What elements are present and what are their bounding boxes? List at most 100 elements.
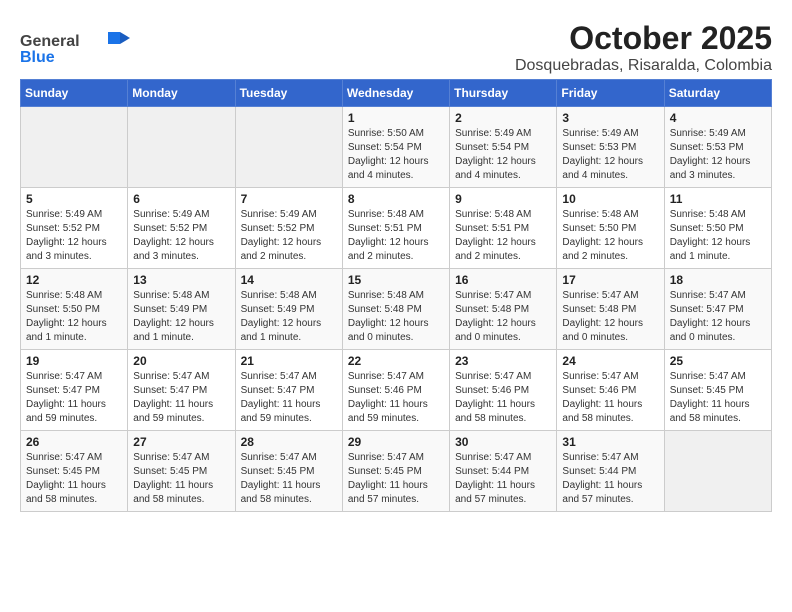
day-number: 29 xyxy=(348,435,444,449)
calendar-cell xyxy=(21,107,128,188)
col-header-saturday: Saturday xyxy=(664,80,771,107)
calendar-cell: 2 Sunrise: 5:49 AM Sunset: 5:54 PM Daylig… xyxy=(450,107,557,188)
day-info: Sunrise: 5:48 AM Sunset: 5:48 PM Dayligh… xyxy=(348,289,444,345)
calendar-cell: 8 Sunrise: 5:48 AM Sunset: 5:51 PM Daylig… xyxy=(342,188,449,269)
day-number: 7 xyxy=(241,192,337,206)
calendar-subtitle: Dosquebradas, Risaralda, Colombia xyxy=(20,57,772,75)
day-number: 19 xyxy=(26,354,122,368)
day-info: Sunrise: 5:47 AM Sunset: 5:47 PM Dayligh… xyxy=(133,370,229,426)
svg-text:Blue: Blue xyxy=(20,49,55,64)
day-info: Sunrise: 5:47 AM Sunset: 5:48 PM Dayligh… xyxy=(562,289,658,345)
calendar-table: SundayMondayTuesdayWednesdayThursdayFrid… xyxy=(20,79,772,512)
day-info: Sunrise: 5:47 AM Sunset: 5:45 PM Dayligh… xyxy=(26,451,122,507)
calendar-cell: 17 Sunrise: 5:47 AM Sunset: 5:48 PM Dayli… xyxy=(557,269,664,350)
day-info: Sunrise: 5:48 AM Sunset: 5:50 PM Dayligh… xyxy=(670,208,766,264)
calendar-cell: 15Sunrise: 5:48 AM Sunset: 5:48 PM Dayli… xyxy=(342,269,449,350)
calendar-cell xyxy=(664,431,771,512)
calendar-cell: 31 Sunrise: 5:47 AM Sunset: 5:44 PM Dayli… xyxy=(557,431,664,512)
day-info: Sunrise: 5:49 AM Sunset: 5:52 PM Dayligh… xyxy=(26,208,122,264)
calendar-cell: 4 Sunrise: 5:49 AM Sunset: 5:53 PM Daylig… xyxy=(664,107,771,188)
calendar-cell: 20 Sunrise: 5:47 AM Sunset: 5:47 PM Dayli… xyxy=(128,350,235,431)
day-info: Sunrise: 5:48 AM Sunset: 5:49 PM Dayligh… xyxy=(241,289,337,345)
logo: General Blue xyxy=(20,24,130,69)
day-number: 14 xyxy=(241,273,337,287)
day-number: 27 xyxy=(133,435,229,449)
calendar-cell: 6 Sunrise: 5:49 AM Sunset: 5:52 PM Daylig… xyxy=(128,188,235,269)
day-info: Sunrise: 5:47 AM Sunset: 5:45 PM Dayligh… xyxy=(241,451,337,507)
day-number: 22 xyxy=(348,354,444,368)
calendar-cell: 30 Sunrise: 5:47 AM Sunset: 5:44 PM Dayli… xyxy=(450,431,557,512)
col-header-thursday: Thursday xyxy=(450,80,557,107)
day-number: 2 xyxy=(455,111,551,125)
day-info: Sunrise: 5:47 AM Sunset: 5:45 PM Dayligh… xyxy=(670,370,766,426)
col-header-monday: Monday xyxy=(128,80,235,107)
day-number: 1 xyxy=(348,111,444,125)
day-number: 20 xyxy=(133,354,229,368)
col-header-sunday: Sunday xyxy=(21,80,128,107)
calendar-cell: 24 Sunrise: 5:47 AM Sunset: 5:46 PM Dayli… xyxy=(557,350,664,431)
calendar-cell: 27Sunrise: 5:47 AM Sunset: 5:45 PM Dayli… xyxy=(128,431,235,512)
day-number: 9 xyxy=(455,192,551,206)
day-number: 11 xyxy=(670,192,766,206)
day-number: 21 xyxy=(241,354,337,368)
day-info: Sunrise: 5:48 AM Sunset: 5:49 PM Dayligh… xyxy=(133,289,229,345)
day-number: 4 xyxy=(670,111,766,125)
day-number: 24 xyxy=(562,354,658,368)
calendar-week-3: 12 Sunrise: 5:48 AM Sunset: 5:50 PM Dayli… xyxy=(21,269,772,350)
day-number: 17 xyxy=(562,273,658,287)
calendar-cell: 13Sunrise: 5:48 AM Sunset: 5:49 PM Dayli… xyxy=(128,269,235,350)
day-info: Sunrise: 5:49 AM Sunset: 5:53 PM Dayligh… xyxy=(670,127,766,183)
calendar-cell: 19Sunrise: 5:47 AM Sunset: 5:47 PM Dayli… xyxy=(21,350,128,431)
day-info: Sunrise: 5:49 AM Sunset: 5:52 PM Dayligh… xyxy=(133,208,229,264)
page-header: General Blue October 2025 Dosquebradas, … xyxy=(20,20,772,79)
day-number: 8 xyxy=(348,192,444,206)
calendar-cell: 26Sunrise: 5:47 AM Sunset: 5:45 PM Dayli… xyxy=(21,431,128,512)
calendar-cell: 14 Sunrise: 5:48 AM Sunset: 5:49 PM Dayli… xyxy=(235,269,342,350)
day-info: Sunrise: 5:47 AM Sunset: 5:47 PM Dayligh… xyxy=(241,370,337,426)
day-info: Sunrise: 5:47 AM Sunset: 5:44 PM Dayligh… xyxy=(562,451,658,507)
calendar-cell: 21 Sunrise: 5:47 AM Sunset: 5:47 PM Dayli… xyxy=(235,350,342,431)
day-info: Sunrise: 5:48 AM Sunset: 5:50 PM Dayligh… xyxy=(26,289,122,345)
calendar-cell xyxy=(235,107,342,188)
day-info: Sunrise: 5:47 AM Sunset: 5:44 PM Dayligh… xyxy=(455,451,551,507)
day-number: 3 xyxy=(562,111,658,125)
day-info: Sunrise: 5:47 AM Sunset: 5:46 PM Dayligh… xyxy=(455,370,551,426)
day-number: 6 xyxy=(133,192,229,206)
day-info: Sunrise: 5:49 AM Sunset: 5:53 PM Dayligh… xyxy=(562,127,658,183)
day-number: 30 xyxy=(455,435,551,449)
calendar-cell: 1 Sunrise: 5:50 AM Sunset: 5:54 PM Daylig… xyxy=(342,107,449,188)
calendar-cell: 22Sunrise: 5:47 AM Sunset: 5:46 PM Dayli… xyxy=(342,350,449,431)
logo-svg: General Blue xyxy=(20,24,130,64)
calendar-cell xyxy=(128,107,235,188)
col-header-friday: Friday xyxy=(557,80,664,107)
day-info: Sunrise: 5:47 AM Sunset: 5:46 PM Dayligh… xyxy=(562,370,658,426)
calendar-cell: 25 Sunrise: 5:47 AM Sunset: 5:45 PM Dayli… xyxy=(664,350,771,431)
calendar-cell: 11 Sunrise: 5:48 AM Sunset: 5:50 PM Dayli… xyxy=(664,188,771,269)
day-info: Sunrise: 5:48 AM Sunset: 5:51 PM Dayligh… xyxy=(348,208,444,264)
day-number: 10 xyxy=(562,192,658,206)
calendar-week-2: 5 Sunrise: 5:49 AM Sunset: 5:52 PM Daylig… xyxy=(21,188,772,269)
calendar-cell: 7 Sunrise: 5:49 AM Sunset: 5:52 PM Daylig… xyxy=(235,188,342,269)
day-number: 25 xyxy=(670,354,766,368)
calendar-title: October 2025 xyxy=(20,20,772,57)
calendar-cell: 28 Sunrise: 5:47 AM Sunset: 5:45 PM Dayli… xyxy=(235,431,342,512)
day-info: Sunrise: 5:48 AM Sunset: 5:51 PM Dayligh… xyxy=(455,208,551,264)
calendar-week-1: 1 Sunrise: 5:50 AM Sunset: 5:54 PM Daylig… xyxy=(21,107,772,188)
day-info: Sunrise: 5:47 AM Sunset: 5:45 PM Dayligh… xyxy=(348,451,444,507)
day-number: 12 xyxy=(26,273,122,287)
day-info: Sunrise: 5:48 AM Sunset: 5:50 PM Dayligh… xyxy=(562,208,658,264)
day-info: Sunrise: 5:49 AM Sunset: 5:54 PM Dayligh… xyxy=(455,127,551,183)
calendar-cell: 23Sunrise: 5:47 AM Sunset: 5:46 PM Dayli… xyxy=(450,350,557,431)
svg-text:General: General xyxy=(20,33,80,50)
day-number: 5 xyxy=(26,192,122,206)
day-number: 31 xyxy=(562,435,658,449)
calendar-cell: 12 Sunrise: 5:48 AM Sunset: 5:50 PM Dayli… xyxy=(21,269,128,350)
calendar-header: October 2025 Dosquebradas, Risaralda, Co… xyxy=(20,20,772,75)
day-number: 18 xyxy=(670,273,766,287)
calendar-cell: 9 Sunrise: 5:48 AM Sunset: 5:51 PM Daylig… xyxy=(450,188,557,269)
day-info: Sunrise: 5:49 AM Sunset: 5:52 PM Dayligh… xyxy=(241,208,337,264)
day-info: Sunrise: 5:50 AM Sunset: 5:54 PM Dayligh… xyxy=(348,127,444,183)
day-number: 28 xyxy=(241,435,337,449)
calendar-header-row: SundayMondayTuesdayWednesdayThursdayFrid… xyxy=(21,80,772,107)
col-header-wednesday: Wednesday xyxy=(342,80,449,107)
